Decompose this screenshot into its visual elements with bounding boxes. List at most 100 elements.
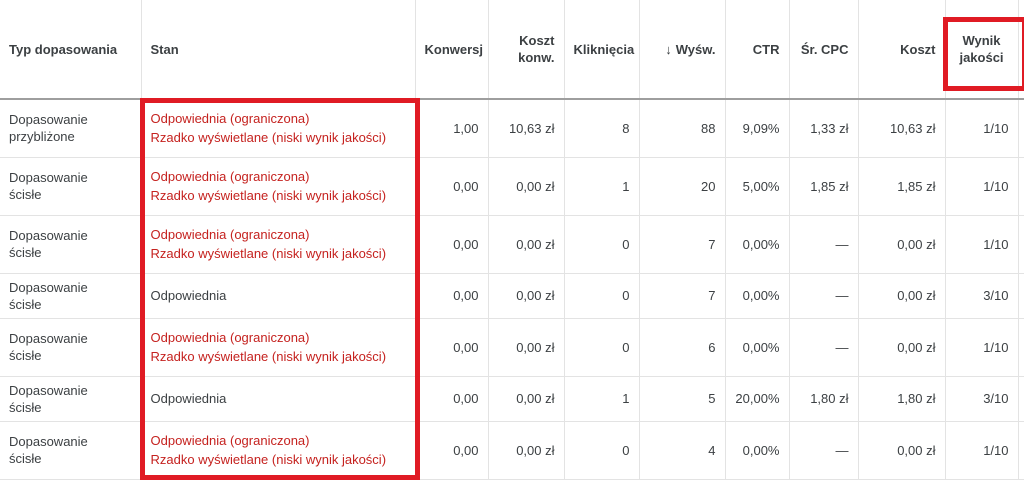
header-conversions-label: Konwersj [424,41,484,57]
header-quality-score-line1: Wynik [962,33,1001,48]
avg-cpc-cell: 1,80 zł [789,376,859,422]
impressions-cell: 4 [639,421,726,480]
quality-score-cell: 1/10 [945,157,1019,216]
match-type-cell: Dopasowanie ścisłe [0,215,142,274]
quality-score-cell: 1/10 [945,421,1019,480]
conversions-cell: 0,00 [415,215,489,274]
extra-cell [1018,215,1024,274]
header-clicks-label: Kliknięcia [573,41,635,57]
header-conversions[interactable]: Konwersj [415,0,489,100]
conversions-cell: 0,00 [415,318,489,377]
header-match-type-label: Typ dopasowania [9,41,118,57]
header-quality-score-line2: jakości [959,50,1004,65]
conversions-cell: 0,00 [415,273,489,319]
status-cell: Odpowiednia (ograniczona) Rzadko wyświetl… [141,215,416,274]
cost-per-conv-cell: 0,00 zł [488,215,565,274]
extra-cell [1018,421,1024,480]
clicks-cell: 1 [564,157,640,216]
table-row: Dopasowanie ścisłe Odpowiednia (ograniczo… [0,421,1024,480]
table-row: Dopasowanie ścisłe Odpowiednia 0,00 0,00 … [0,273,1024,319]
header-impressions-label: Wyśw. [675,41,716,57]
match-type-cell: Dopasowanie przybliżone [0,99,142,158]
status-low-quality: Rzadko wyświetlane (niski wynik jakości) [150,349,387,364]
status-low-quality: Rzadko wyświetlane (niski wynik jakości) [150,188,387,203]
avg-cpc-cell: 1,33 zł [789,99,859,158]
ctr-cell: 20,00% [725,376,790,422]
header-extra-column [1018,0,1024,100]
clicks-cell: 1 [564,376,640,422]
cost-per-conv-cell: 0,00 zł [488,376,565,422]
keyword-match-table: Typ dopasowania Stan Konwersj Koszt konw… [0,0,1024,480]
quality-score-cell: 3/10 [945,273,1019,319]
avg-cpc-cell: — [789,318,859,377]
match-type-cell: Dopasowanie ścisłe [0,273,142,319]
status-limited: Odpowiednia (ograniczona) [150,169,310,184]
avg-cpc-cell: — [789,273,859,319]
conversions-cell: 0,00 [415,157,489,216]
cost-cell: 10,63 zł [858,99,946,158]
header-cost[interactable]: Koszt [858,0,946,100]
extra-cell [1018,273,1024,319]
cost-per-conv-cell: 0,00 zł [488,157,565,216]
conversions-cell: 0,00 [415,376,489,422]
status-low-quality: Rzadko wyświetlane (niski wynik jakości) [150,130,387,146]
match-type-cell: Dopasowanie ścisłe [0,376,142,422]
conversions-cell: 1,00 [415,99,489,158]
header-avg-cpc[interactable]: Śr. CPC [789,0,859,100]
cost-per-conv-cell: 0,00 zł [488,421,565,480]
header-avg-cpc-label: Śr. CPC [800,41,849,57]
ctr-cell: 9,09% [725,99,790,158]
header-ctr-label: CTR [752,41,780,57]
impressions-cell: 7 [639,215,726,274]
impressions-cell: 6 [639,318,726,377]
status-low-quality: Rzadko wyświetlane (niski wynik jakości) [150,246,387,261]
cost-cell: 0,00 zł [858,215,946,274]
header-status-label: Stan [150,41,179,57]
status-limited: Odpowiednia (ograniczona) [150,111,310,127]
cost-per-conv-cell: 0,00 zł [488,318,565,377]
status-limited: Odpowiednia (ograniczona) [150,227,310,242]
header-ctr[interactable]: CTR [725,0,790,100]
avg-cpc-cell: — [789,421,859,480]
header-quality-score[interactable]: Wynik jakości [945,0,1019,100]
status-cell: Odpowiednia [141,273,416,319]
match-type-cell: Dopasowanie ścisłe [0,157,142,216]
clicks-cell: 0 [564,421,640,480]
cost-per-conv-cell: 10,63 zł [488,99,565,158]
ctr-cell: 0,00% [725,273,790,319]
table-row: Dopasowanie ścisłe Odpowiednia (ograniczo… [0,318,1024,377]
status-cell: Odpowiednia (ograniczona) Rzadko wyświetl… [141,421,416,480]
quality-score-cell: 1/10 [945,99,1019,158]
header-cost-per-conv[interactable]: Koszt konw. [488,0,565,100]
status-limited: Odpowiednia (ograniczona) [150,330,310,345]
table-header-row: Typ dopasowania Stan Konwersj Koszt konw… [0,0,1024,100]
impressions-cell: 7 [639,273,726,319]
status-cell: Odpowiednia (ograniczona) Rzadko wyświetl… [141,157,416,216]
ctr-cell: 0,00% [725,215,790,274]
cost-cell: 0,00 zł [858,421,946,480]
ctr-cell: 0,00% [725,421,790,480]
avg-cpc-cell: 1,85 zł [789,157,859,216]
status-eligible: Odpowiednia [150,288,227,303]
clicks-cell: 0 [564,318,640,377]
extra-cell [1018,318,1024,377]
clicks-cell: 0 [564,215,640,274]
table-row: Dopasowanie ścisłe Odpowiednia (ograniczo… [0,215,1024,274]
header-clicks[interactable]: Kliknięcia [564,0,640,100]
header-match-type[interactable]: Typ dopasowania [0,0,142,100]
avg-cpc-cell: — [789,215,859,274]
extra-cell [1018,99,1024,158]
table-row: Dopasowanie przybliżone Odpowiednia (ogra… [0,99,1024,158]
quality-score-cell: 1/10 [945,318,1019,377]
status-cell: Odpowiednia (ograniczona) Rzadko wyświetl… [141,99,416,158]
match-type-cell: Dopasowanie ścisłe [0,318,142,377]
table-row: Dopasowanie ścisłe Odpowiednia (ograniczo… [0,157,1024,216]
header-status[interactable]: Stan [141,0,416,100]
header-impressions[interactable]: ↓ Wyśw. [639,0,726,100]
match-type-cell: Dopasowanie ścisłe [0,421,142,480]
cost-cell: 1,85 zł [858,157,946,216]
header-cost-per-conv-line1: Koszt [519,33,555,48]
quality-score-cell: 1/10 [945,215,1019,274]
header-cost-per-conv-line2: konw. [518,50,555,65]
status-cell: Odpowiednia (ograniczona) Rzadko wyświetl… [141,318,416,377]
